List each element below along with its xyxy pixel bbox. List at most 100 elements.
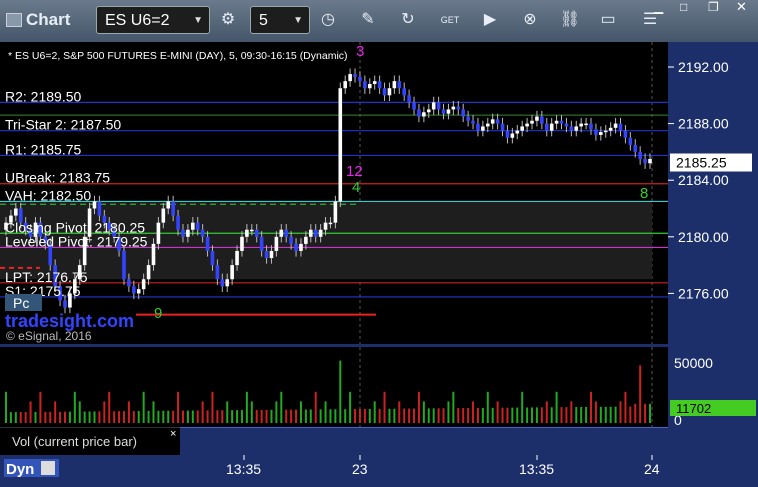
app-title: Chart <box>26 10 71 29</box>
candle-body <box>127 279 131 287</box>
level-label: Tri-Star 2: 2187.50 <box>5 117 121 133</box>
volume-axis[interactable]: 50000 0 11702 <box>668 347 758 428</box>
candle-body <box>274 236 279 251</box>
legend-bar <box>180 427 668 456</box>
candle-body <box>299 243 303 251</box>
candle-body <box>426 109 431 113</box>
minimize-icon[interactable]: ▁ <box>654 0 663 14</box>
play-icon[interactable]: ▶ <box>478 8 502 32</box>
dyn-label: Dyn <box>6 461 34 478</box>
candle-body <box>495 119 500 124</box>
candle-body <box>367 83 372 89</box>
current-volume-label: 11702 <box>676 401 711 416</box>
candle-body <box>122 250 126 280</box>
candle-body <box>294 243 298 251</box>
legend-close-icon[interactable]: × <box>170 428 176 440</box>
chart-header: * ES U6=2, S&P 500 FUTURES E-MINI (DAY),… <box>8 50 348 62</box>
candle-body <box>289 236 293 244</box>
candle-body <box>363 81 367 89</box>
candle-body <box>92 201 97 209</box>
candle-body <box>608 127 613 131</box>
candle-body <box>235 250 239 266</box>
level-label: UBreak: 2183.75 <box>5 170 110 186</box>
candle-body <box>230 265 234 280</box>
candle-body <box>422 112 426 117</box>
chevron-down-icon[interactable]: ▼ <box>293 7 303 35</box>
price-tick-label: 2176.00 <box>678 285 729 301</box>
candle-body <box>348 74 352 82</box>
settings-icon[interactable]: ⚙ <box>216 8 240 32</box>
clock-icon[interactable]: ◷ <box>316 8 340 32</box>
candle-body <box>176 215 180 230</box>
restore-icon[interactable]: ❐ <box>708 0 719 14</box>
candle-body <box>471 120 475 124</box>
close-circle-icon[interactable]: ⊗ <box>518 8 542 32</box>
candle-body <box>328 222 333 225</box>
price-chart[interactable]: * ES U6=2, S&P 500 FUTURES E-MINI (DAY),… <box>0 42 668 344</box>
dyn-icon[interactable] <box>41 461 55 475</box>
close-icon[interactable]: ✕ <box>736 0 747 15</box>
candle-body <box>485 123 490 127</box>
candle-body <box>476 123 480 131</box>
candle-body <box>510 133 515 138</box>
interval-input[interactable]: 5 ▼ <box>250 6 310 34</box>
candle-body <box>215 265 220 280</box>
maximize-icon[interactable]: □ <box>680 0 687 14</box>
comment-icon[interactable]: ▭ <box>596 8 620 32</box>
link-icon[interactable]: ⛓ <box>558 8 582 32</box>
candle-body <box>461 109 465 117</box>
candle-body <box>284 229 289 237</box>
candle-body <box>136 289 141 294</box>
candle-body <box>481 126 485 131</box>
candle-body <box>530 120 534 124</box>
candle-body <box>205 236 210 251</box>
candle-body <box>579 123 583 127</box>
candle-body <box>599 132 603 135</box>
candle-body <box>613 123 618 128</box>
candle-body <box>446 109 451 114</box>
candle-body <box>505 130 510 138</box>
brand-watermark: tradesight.com <box>5 311 134 331</box>
candle-body <box>146 265 151 280</box>
candle-body <box>97 201 102 216</box>
price-tick-label: 2184.00 <box>678 172 729 188</box>
candle-body <box>515 130 520 134</box>
symbol-input[interactable]: ES U6=2 ▼ <box>96 6 210 34</box>
get-icon[interactable]: GET <box>438 8 462 32</box>
pc-badge-label: Pc <box>13 295 29 311</box>
copyright: © eSignal, 2016 <box>6 329 92 343</box>
candle-body <box>318 229 323 237</box>
candle-body <box>549 123 554 131</box>
candle-body <box>392 81 397 89</box>
price-tick-label: 2188.00 <box>678 116 729 132</box>
candle-body <box>451 106 456 110</box>
candle-body <box>456 106 461 110</box>
pencil-icon[interactable]: ✎ <box>356 8 380 32</box>
candle-body <box>594 129 598 135</box>
candle-body <box>431 102 436 110</box>
price-axis[interactable]: 2192.00 2188.00 2184.00 2180.00 2176.00 2185.… <box>668 42 758 344</box>
candle-body <box>254 229 259 237</box>
candle-body <box>259 236 264 251</box>
candle-body <box>628 137 633 145</box>
pattern-marker: 4 <box>352 179 360 196</box>
candle-body <box>569 126 574 131</box>
candle-body <box>417 109 421 117</box>
candle-body <box>623 130 628 138</box>
refresh-icon[interactable]: ↻ <box>396 8 420 32</box>
candle-body <box>225 279 230 287</box>
candle-body <box>141 279 146 290</box>
volume-legend[interactable]: Vol (current price bar) <box>0 427 180 455</box>
candle-body <box>564 123 569 127</box>
candle-body <box>535 116 539 121</box>
candle-body <box>436 102 441 110</box>
candle-body <box>643 158 647 164</box>
window-controls: ▁ □ ❐ ✕ <box>650 0 758 16</box>
candle-body <box>589 123 593 130</box>
candle-body <box>181 229 185 237</box>
time-axis[interactable]: Dyn 13:35 23 13:35 24 <box>0 455 758 482</box>
volume-chart[interactable] <box>0 347 668 427</box>
chevron-down-icon[interactable]: ▼ <box>193 7 203 35</box>
candle-body <box>279 229 284 237</box>
time-tick-label: 13:35 <box>226 461 261 477</box>
